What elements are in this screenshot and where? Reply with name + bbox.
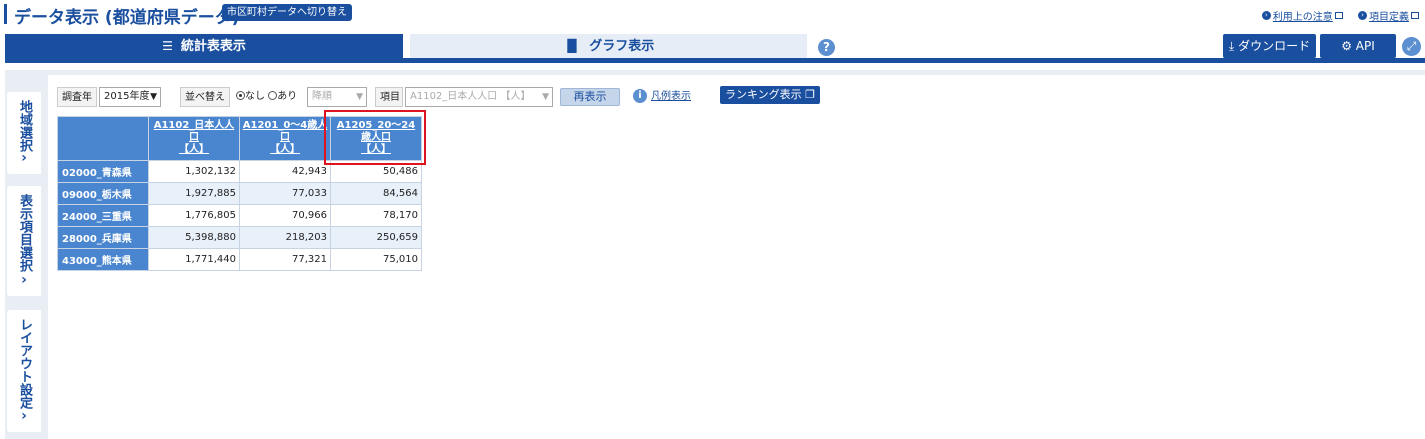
chevron-down-icon: ▼ bbox=[150, 92, 157, 102]
external-window-icon: ❐ bbox=[805, 88, 816, 101]
sort-some-radio[interactable] bbox=[268, 91, 278, 100]
row-header: 28000_兵庫県 bbox=[57, 226, 149, 249]
sort-none-radio[interactable] bbox=[236, 91, 245, 100]
column-header[interactable]: A1205_20～24 歳人口 【人】 bbox=[330, 116, 422, 161]
table-corner-cell bbox=[57, 116, 149, 161]
external-window-icon bbox=[1334, 12, 1343, 19]
tab-underline bbox=[5, 58, 1425, 63]
list-icon: ☰ bbox=[162, 39, 173, 53]
year-label: 調査年 bbox=[57, 87, 97, 107]
stats-table: A1102_日本人人口【人】 A1201_0～4歳人口【人】 A1205_20～… bbox=[57, 116, 422, 271]
table-cell: 5,398,880 bbox=[148, 226, 240, 249]
table-cell: 1,927,885 bbox=[148, 182, 240, 205]
table-row: 02000_青森県 1,302,132 42,943 50,486 bbox=[57, 160, 422, 183]
tab-table-view[interactable]: ☰ 統計表表示 bbox=[5, 34, 403, 58]
chevron-right-icon: › bbox=[21, 408, 27, 424]
row-header: 43000_熊本県 bbox=[57, 248, 149, 271]
legend-link[interactable]: i 凡例表示 bbox=[633, 88, 691, 106]
table-cell: 1,771,440 bbox=[148, 248, 240, 271]
chevron-down-icon: ▼ bbox=[542, 92, 549, 102]
top-links: › 利用上の注意 › 項目定義 bbox=[1250, 8, 1419, 23]
column-header[interactable]: A1201_0～4歳人口【人】 bbox=[239, 116, 331, 161]
title-accent-bar bbox=[4, 4, 7, 24]
table-cell: 77,033 bbox=[239, 182, 331, 205]
item-definition-link[interactable]: › 項目定義 bbox=[1358, 8, 1419, 23]
arrow-circle-icon: › bbox=[1358, 11, 1367, 20]
side-tab-region-select[interactable]: 地域選択 › bbox=[7, 92, 41, 174]
table-cell: 75,010 bbox=[330, 248, 422, 271]
table-cell: 250,659 bbox=[330, 226, 422, 249]
chevron-right-icon: › bbox=[21, 272, 27, 288]
redisplay-button[interactable]: 再表示 bbox=[560, 88, 620, 106]
table-cell: 42,943 bbox=[239, 160, 331, 183]
item-label: 項目 bbox=[375, 87, 403, 107]
table-cell: 70,966 bbox=[239, 204, 331, 227]
table-toolbar: 調査年 2015年度 ▼ 並べ替え なし あり 降順 ▼ 項目 A1102_日本人人… bbox=[57, 86, 821, 107]
info-icon: i bbox=[633, 89, 647, 103]
arrow-circle-icon: › bbox=[1261, 11, 1271, 20]
table-cell: 1,776,805 bbox=[148, 204, 240, 227]
sort-radio-group: なし あり bbox=[236, 87, 297, 107]
table-cell: 84,564 bbox=[330, 182, 422, 205]
table-row: 24000_三重県 1,776,805 70,966 78,170 bbox=[57, 204, 422, 227]
table-row: 09000_栃木県 1,927,885 77,033 84,564 bbox=[57, 182, 422, 205]
table-cell: 218,203 bbox=[239, 226, 331, 249]
gear-icon: ⚙ bbox=[1341, 39, 1352, 53]
side-tab-layout-settings[interactable]: レイアウト設定 › bbox=[7, 310, 41, 432]
external-window-icon bbox=[1411, 12, 1419, 19]
row-header: 02000_青森県 bbox=[57, 160, 149, 183]
download-button[interactable]: ⤓ ダウンロード bbox=[1223, 34, 1316, 58]
ranking-button[interactable]: ランキング表示 ❐ bbox=[720, 86, 821, 104]
page-title: データ表示 (都道府県データ) bbox=[14, 8, 240, 28]
switch-municipality-button[interactable]: 市区町村データへ切り替え bbox=[222, 4, 352, 21]
column-header[interactable]: A1102_日本人人口【人】 bbox=[148, 116, 240, 161]
help-icon[interactable]: ? bbox=[818, 39, 835, 56]
bar-chart-icon: ▐▌ bbox=[562, 39, 582, 53]
row-header: 09000_栃木県 bbox=[57, 182, 149, 205]
table-row: 43000_熊本県 1,771,440 77,321 75,010 bbox=[57, 248, 422, 271]
download-icon: ⤓ bbox=[1228, 39, 1235, 53]
usage-notes-link[interactable]: › 利用上の注意 bbox=[1261, 8, 1343, 23]
row-header: 24000_三重県 bbox=[57, 204, 149, 227]
year-select[interactable]: 2015年度 ▼ bbox=[99, 87, 161, 107]
item-select[interactable]: A1102_日本人人口 【人】 ▼ bbox=[405, 87, 553, 107]
sort-label: 並べ替え bbox=[180, 87, 230, 107]
side-tab-item-select[interactable]: 表示項目選択 › bbox=[7, 186, 41, 296]
tab-graph-view[interactable]: ▐▌ グラフ表示 bbox=[410, 34, 807, 58]
api-button[interactable]: ⚙ API bbox=[1320, 34, 1396, 58]
table-cell: 78,170 bbox=[330, 204, 422, 227]
fullscreen-icon[interactable]: ⤢ bbox=[1402, 37, 1421, 56]
chevron-down-icon: ▼ bbox=[356, 92, 363, 102]
table-cell: 50,486 bbox=[330, 160, 422, 183]
table-cell: 1,302,132 bbox=[148, 160, 240, 183]
page-header: データ表示 (都道府県データ) 市区町村データへ切り替え › 利用上の注意 › 項目… bbox=[0, 0, 1425, 30]
table-cell: 77,321 bbox=[239, 248, 331, 271]
table-row: 28000_兵庫県 5,398,880 218,203 250,659 bbox=[57, 226, 422, 249]
order-select[interactable]: 降順 ▼ bbox=[307, 87, 367, 107]
chevron-right-icon: › bbox=[21, 150, 27, 166]
